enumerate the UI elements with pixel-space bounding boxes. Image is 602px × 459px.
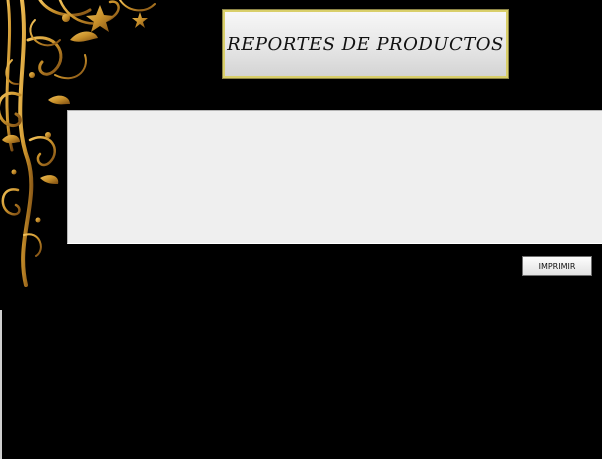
- report-viewer-panel: [67, 110, 602, 244]
- left-edge-divider: [0, 310, 2, 459]
- print-button[interactable]: IMPRIMIR: [522, 256, 592, 276]
- page-title-banner: REPORTES DE PRODUCTOS: [222, 9, 509, 79]
- page-title: REPORTES DE PRODUCTOS: [227, 33, 504, 55]
